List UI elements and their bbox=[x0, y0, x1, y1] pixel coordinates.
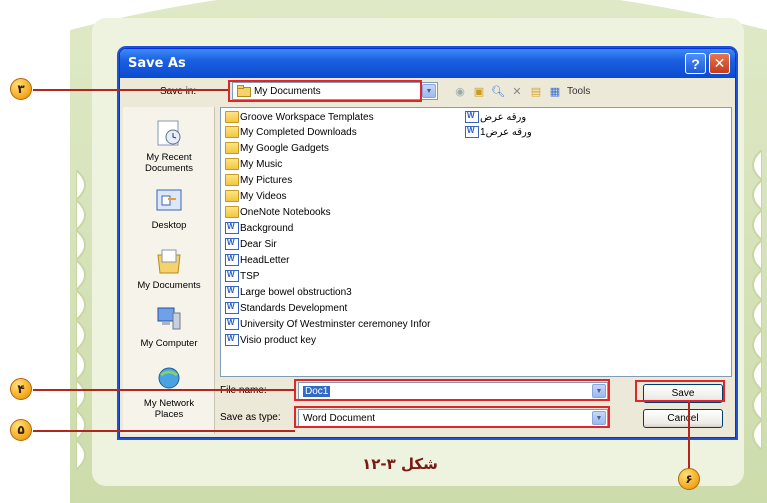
save-type-label: Save as type: bbox=[220, 412, 281, 423]
word-document-icon bbox=[465, 111, 479, 123]
tools-menu[interactable]: Tools bbox=[567, 86, 590, 97]
search-web-icon[interactable]: 🔍︎ bbox=[491, 84, 505, 98]
place-label: Documents bbox=[144, 163, 194, 174]
place-desktop[interactable]: Desktop bbox=[123, 187, 215, 231]
callout-line-6 bbox=[688, 402, 690, 470]
document-item[interactable]: Background bbox=[225, 221, 293, 235]
folder-icon bbox=[225, 190, 239, 202]
callout-line-3 bbox=[33, 89, 228, 91]
folder-icon bbox=[225, 142, 239, 154]
views-icon[interactable]: ▦ bbox=[548, 84, 562, 98]
cancel-button[interactable]: Cancel bbox=[643, 409, 723, 428]
callout-badge-6: ۶ bbox=[678, 468, 700, 490]
recent-documents-icon bbox=[157, 120, 181, 146]
save-button-highlight bbox=[635, 380, 725, 402]
folder-item[interactable]: My Videos bbox=[225, 189, 287, 203]
new-folder-icon[interactable]: ▤ bbox=[529, 84, 543, 98]
callout-badge-3: ٣ bbox=[10, 78, 32, 100]
place-label: Places bbox=[154, 409, 184, 420]
left-scallop-decoration bbox=[76, 170, 86, 470]
place-my-computer[interactable]: My Computer bbox=[123, 305, 215, 349]
place-label: My Recent bbox=[146, 152, 192, 163]
place-my-network-places[interactable]: My Network Places bbox=[123, 365, 215, 420]
document-item[interactable]: TSP bbox=[225, 269, 259, 283]
word-document-icon bbox=[465, 126, 479, 138]
up-folder-icon[interactable]: ▣ bbox=[472, 84, 486, 98]
delete-icon[interactable]: ✕ bbox=[510, 84, 524, 98]
document-item[interactable]: HeadLetter bbox=[225, 253, 289, 267]
my-documents-icon bbox=[157, 249, 181, 274]
word-document-icon bbox=[225, 222, 239, 234]
folder-icon bbox=[225, 174, 239, 186]
my-computer-icon bbox=[157, 307, 181, 330]
place-my-documents[interactable]: My Documents bbox=[123, 247, 215, 291]
document-item[interactable]: Large bowel obstruction3 bbox=[225, 285, 352, 299]
document-item[interactable]: Standards Development bbox=[225, 301, 347, 315]
save-in-highlight bbox=[228, 80, 422, 102]
word-document-icon bbox=[225, 286, 239, 298]
dialog-title: Save As bbox=[128, 56, 186, 71]
callout-badge-4: ۴ bbox=[10, 378, 32, 400]
place-label: My Network bbox=[143, 398, 195, 409]
word-document-icon bbox=[225, 318, 239, 330]
folder-item[interactable]: OneNote Notebooks bbox=[225, 205, 331, 219]
folder-item[interactable]: Groove Workspace Templates bbox=[225, 110, 374, 124]
folder-item[interactable]: My Music bbox=[225, 157, 282, 171]
word-document-icon bbox=[225, 270, 239, 282]
places-bar: My Recent Documents Desktop My Documents… bbox=[123, 107, 215, 434]
word-document-icon bbox=[225, 302, 239, 314]
desktop-icon bbox=[156, 189, 182, 211]
back-icon[interactable]: ◉ bbox=[453, 84, 467, 98]
callout-line-5 bbox=[33, 430, 295, 432]
document-item[interactable]: Visio product key bbox=[225, 333, 316, 347]
figure-caption: شکل ٣-١٢ bbox=[362, 455, 438, 473]
save-in-label: Save in: bbox=[160, 86, 197, 97]
file-name-highlight bbox=[294, 379, 610, 401]
chevron-down-icon[interactable]: ▼ bbox=[422, 84, 436, 98]
folder-item[interactable]: My Google Gadgets bbox=[225, 141, 329, 155]
place-label: My Documents bbox=[137, 280, 201, 291]
document-item[interactable]: ورقه عرض1 bbox=[465, 125, 532, 139]
document-item[interactable]: ورقه عرض bbox=[465, 110, 526, 124]
file-list[interactable]: Groove Workspace Templates My Completed … bbox=[220, 107, 732, 377]
document-item[interactable]: Dear Sir bbox=[225, 237, 277, 251]
folder-icon bbox=[225, 206, 239, 218]
callout-badge-5: ۵ bbox=[10, 419, 32, 441]
save-type-highlight bbox=[294, 406, 610, 428]
close-button[interactable]: ✕ bbox=[709, 53, 730, 74]
place-label: My Computer bbox=[140, 338, 198, 349]
folder-item[interactable]: My Completed Downloads bbox=[225, 125, 357, 139]
help-button[interactable]: ? bbox=[685, 53, 706, 74]
dialog-toolbar: ◉ ▣ 🔍︎ ✕ ▤ ▦ Tools bbox=[453, 84, 590, 98]
place-label: Desktop bbox=[151, 220, 187, 231]
word-document-icon bbox=[225, 238, 239, 250]
folder-icon bbox=[225, 126, 239, 138]
folder-icon bbox=[225, 111, 239, 123]
folder-icon bbox=[225, 158, 239, 170]
dialog-titlebar: Save As ? ✕ bbox=[120, 49, 735, 78]
callout-line-4 bbox=[33, 389, 295, 391]
place-my-recent-documents[interactable]: My Recent Documents bbox=[123, 119, 215, 174]
word-document-icon bbox=[225, 254, 239, 266]
word-document-icon bbox=[225, 334, 239, 346]
folder-item[interactable]: My Pictures bbox=[225, 173, 292, 187]
document-item[interactable]: University Of Westminster ceremoney Info… bbox=[225, 317, 430, 331]
